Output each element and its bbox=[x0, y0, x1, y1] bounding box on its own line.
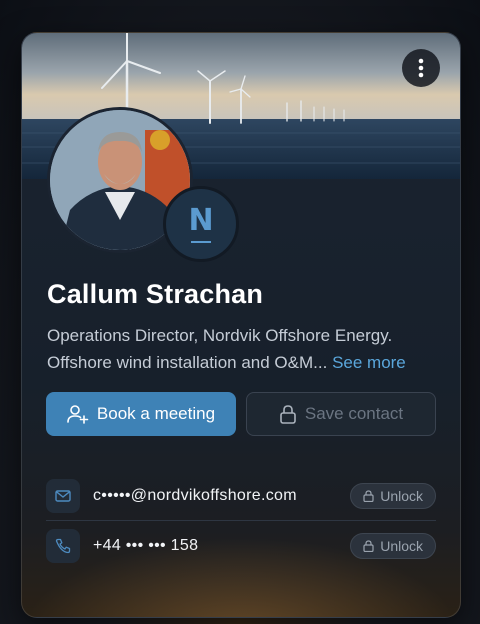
company-logo-badge: N bbox=[163, 186, 239, 262]
profile-bio: Operations Director, Nordvik Offshore En… bbox=[47, 322, 447, 376]
company-logo-letter: N bbox=[188, 202, 214, 238]
save-contact-label: Save contact bbox=[304, 404, 404, 423]
save-contact-button[interactable]: Save contact bbox=[246, 392, 436, 436]
lock-icon bbox=[363, 490, 374, 502]
mail-icon bbox=[55, 490, 71, 502]
unlock-phone-button[interactable]: Unlock bbox=[350, 533, 436, 559]
profile-name: Callum Strachan bbox=[47, 279, 264, 309]
phone-icon-box bbox=[46, 529, 80, 563]
lock-icon bbox=[363, 540, 374, 552]
book-meeting-label: Book a meeting bbox=[96, 404, 216, 423]
company-logo-underline bbox=[191, 240, 211, 243]
contact-row-phone: +44 ••• ••• 158 Unlock bbox=[46, 528, 436, 564]
unlock-email-label: Unlock bbox=[380, 488, 423, 504]
profile-card: N Callum Strachan Operations Director, N… bbox=[21, 32, 461, 618]
more-menu-button[interactable] bbox=[402, 49, 440, 87]
user-plus-icon bbox=[67, 405, 89, 424]
email-icon-box bbox=[46, 479, 80, 513]
contact-divider bbox=[46, 520, 436, 521]
more-vertical-icon bbox=[418, 58, 424, 78]
unlock-email-button[interactable]: Unlock bbox=[350, 483, 436, 509]
book-meeting-button[interactable]: Book a meeting bbox=[46, 392, 236, 436]
unlock-phone-label: Unlock bbox=[380, 538, 423, 554]
phone-icon bbox=[55, 538, 71, 554]
phone-value: +44 ••• ••• 158 bbox=[93, 537, 199, 554]
see-more-link[interactable]: See more bbox=[332, 353, 406, 372]
contact-row-email: c•••••@nordvikoffshore.com Unlock bbox=[46, 478, 436, 514]
lock-icon bbox=[280, 405, 296, 424]
email-value: c•••••@nordvikoffshore.com bbox=[93, 487, 297, 504]
